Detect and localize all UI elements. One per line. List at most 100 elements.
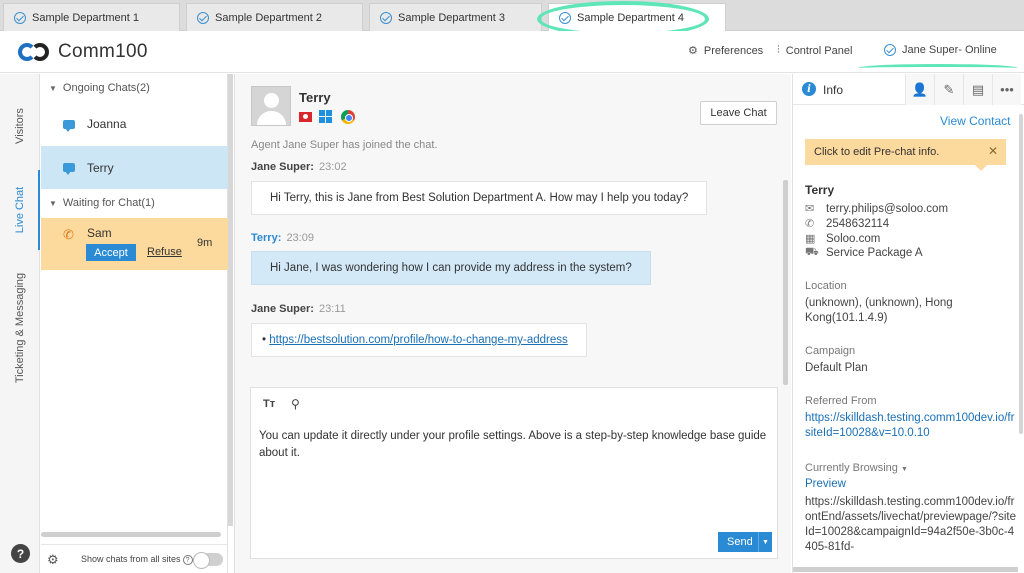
accept-button[interactable]: Accept (86, 244, 136, 261)
close-icon[interactable]: ✕ (988, 144, 998, 158)
more-icon[interactable]: ••• (992, 74, 1021, 105)
location-label: Location (805, 280, 847, 292)
waiting-chats-header[interactable]: ▼ Waiting for Chat(1) (41, 191, 228, 215)
logo-mark-icon (18, 41, 52, 63)
app-header: Comm100 ⚙ Preferences ⫶ Control Panel Ja… (0, 31, 1024, 73)
visitor-name: Terry (299, 90, 331, 105)
info-tab-label[interactable]: Info (823, 83, 843, 97)
gears-icon: ⚙ (688, 45, 698, 57)
check-circle-icon (559, 11, 571, 24)
chat-conversation-panel: Terry Leave Chat Agent Jane Super has jo… (234, 74, 791, 573)
contact-product: ⛟ Service Package A (805, 246, 923, 259)
preview-link[interactable]: Preview (805, 477, 1019, 492)
chat-item-terry[interactable]: Terry (41, 146, 228, 189)
caret-down-icon: ▼ (49, 198, 57, 208)
vertical-nav: Visitors Live Chat Ticketing & Messaging (0, 74, 40, 573)
contact-name: Terry (805, 183, 835, 197)
tab-sample-department-1[interactable]: Sample Department 1 (3, 3, 180, 31)
cart-icon: ⛟ (805, 246, 819, 258)
kb-article-link[interactable]: https://bestsolution.com/profile/how-to-… (269, 334, 568, 346)
canned-link-icon[interactable]: ⚲ (291, 397, 300, 411)
prechat-hint-text: Click to edit Pre-chat info. (814, 146, 940, 158)
gear-icon[interactable]: ⚙ (47, 552, 59, 568)
sliders-icon: ⫶ (777, 44, 780, 56)
compose-box: Tт ⚲ You can update it directly under yo… (250, 387, 778, 559)
chat-bubble-icon (63, 163, 75, 175)
info-scrollbar[interactable] (1019, 114, 1023, 434)
agent-status-menu[interactable]: Jane Super- Online (884, 44, 997, 56)
waiting-visitor-name: Sam (87, 226, 112, 240)
preferences-link[interactable]: ⚙ Preferences (688, 44, 764, 58)
tab-label: Sample Department 1 (32, 11, 139, 24)
notebook-icon[interactable]: ▤ (963, 74, 992, 105)
edit-icon[interactable]: ✎ (934, 74, 963, 105)
tab-sample-department-3[interactable]: Sample Department 3 (369, 3, 542, 31)
chat-list-hscrollbar[interactable] (41, 532, 221, 537)
tab-label: Sample Department 4 (577, 11, 684, 24)
nav-live-chat-label: Live Chat (14, 186, 27, 234)
location-value: (unknown), (unknown), Hong Kong(101.1.4.… (805, 297, 953, 324)
conversation-scrollbar[interactable] (783, 180, 788, 385)
message-time: 23:02 (319, 161, 347, 173)
tab-label: Sample Department 2 (215, 11, 322, 24)
campaign-value: Default Plan (805, 362, 868, 374)
ongoing-chats-header[interactable]: ▼ Ongoing Chats(2) (41, 76, 228, 100)
logo-text: Comm100 (58, 41, 148, 62)
browsing-label[interactable]: Currently Browsing ▼ (805, 462, 908, 474)
chat-list-panel: ▼ Ongoing Chats(2) Joanna Terry ▼ Waitin… (41, 74, 233, 573)
nav-visitors[interactable]: Visitors (0, 94, 40, 158)
send-label: Send (727, 536, 753, 548)
caret-down-icon[interactable]: ▼ (758, 532, 772, 552)
send-button[interactable]: Send ▼ (718, 532, 772, 552)
tab-label: Sample Department 3 (398, 11, 505, 24)
referred-label: Referred From (805, 395, 877, 407)
leave-chat-button[interactable]: Leave Chat (700, 101, 777, 125)
nav-ticketing-messaging[interactable]: Ticketing & Messaging (0, 264, 40, 392)
chat-item-joanna[interactable]: Joanna (41, 104, 228, 144)
referred-link[interactable]: https://skilldash.testing.comm100dev.io/… (805, 411, 1019, 441)
view-contact-link[interactable]: View Contact (940, 114, 1010, 128)
caret-down-icon: ▼ (49, 83, 57, 93)
caret-down-icon: ▼ (900, 466, 908, 473)
question-icon[interactable]: ? (182, 555, 193, 565)
check-circle-icon (14, 11, 26, 24)
message-time: 23:09 (286, 232, 314, 244)
waiting-chat-item[interactable]: ✆ Sam Accept Refuse 9m (41, 218, 228, 270)
chat-list-scrollbar[interactable] (228, 74, 233, 526)
agent-message-bubble: Hi Terry, this is Jane from Best Solutio… (251, 181, 708, 215)
visitor-message-bubble: Hi Jane, I was wondering how I can provi… (251, 251, 651, 285)
chrome-icon (341, 110, 355, 124)
chat-item-name: Joanna (87, 117, 127, 131)
info-icon: i (802, 82, 816, 96)
control-panel-link[interactable]: ⫶ Control Panel (777, 44, 852, 57)
font-format-icon[interactable]: Tт (263, 398, 275, 410)
browsing-url: https://skilldash.testing.comm100dev.io/… (805, 496, 1016, 553)
message-author: Jane Super: 23:02 (251, 161, 347, 173)
phone-icon: ✆ (805, 218, 815, 230)
tab-sample-department-4[interactable]: Sample Department 4 (548, 3, 726, 31)
building-icon: ▦ (805, 233, 816, 245)
tab-sample-department-2[interactable]: Sample Department 2 (186, 3, 363, 31)
help-icon[interactable]: ? (11, 544, 30, 563)
check-circle-icon (197, 11, 209, 24)
message-author: Terry: 23:09 (251, 232, 314, 244)
online-check-icon (884, 44, 896, 56)
phone-icon: ✆ (63, 227, 74, 242)
agent-link-message: • https://bestsolution.com/profile/how-t… (251, 323, 587, 357)
contact-phone: ✆ 2548632114 (805, 217, 890, 231)
show-all-sites-toggle[interactable] (193, 552, 223, 569)
preferences-label: Preferences (703, 44, 764, 57)
person-icon[interactable]: 👤 (905, 74, 934, 105)
message-input[interactable]: You can update it directly under your pr… (259, 428, 769, 462)
refuse-link[interactable]: Refuse (147, 246, 182, 258)
prechat-hint[interactable]: Click to edit Pre-chat info. ✕ (805, 139, 1006, 171)
chat-list-footer: ⚙ Show chats from all sites? (41, 544, 228, 573)
message-time: 23:11 (319, 303, 346, 315)
info-hscrollbar[interactable] (793, 567, 1018, 572)
contact-company: ▦ Soloo.com (805, 232, 881, 246)
agent-status-label: Jane Super- Online (902, 44, 997, 56)
campaign-label: Campaign (805, 345, 856, 357)
contact-email: ✉ terry.philips@soloo.com (805, 202, 949, 216)
nav-live-chat[interactable]: Live Chat (0, 170, 40, 250)
check-circle-icon (380, 11, 392, 24)
